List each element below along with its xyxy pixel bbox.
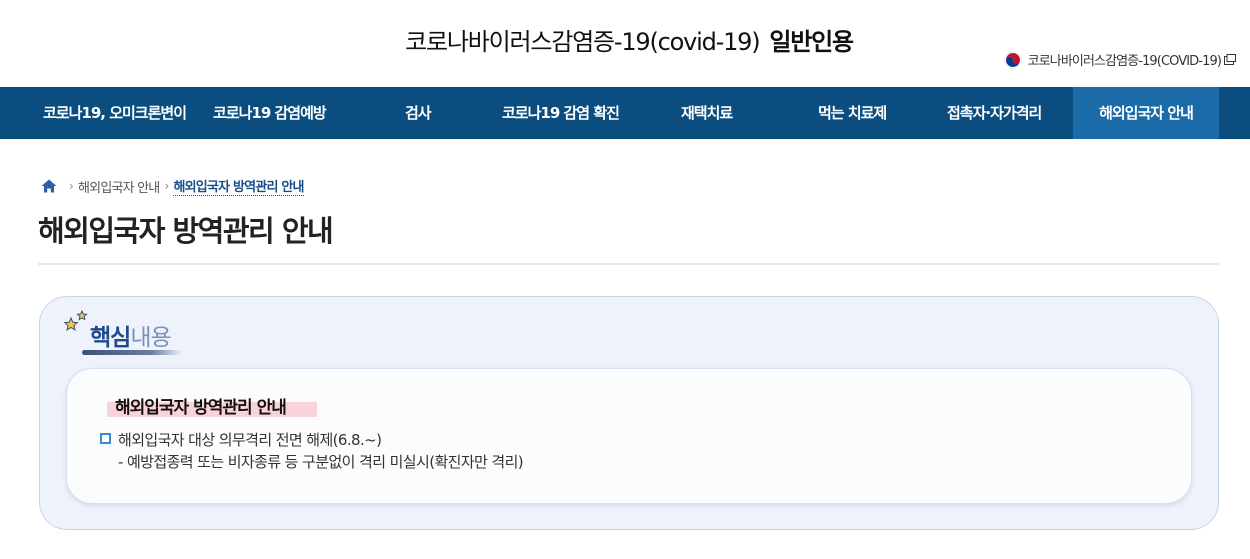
chevron-right-icon: ›	[69, 179, 74, 193]
nav-item-confirmed[interactable]: 코로나19 감염 확진	[502, 87, 620, 139]
stars-icon	[63, 310, 88, 331]
nav-item-oral-medicine[interactable]: 먹는 치료제	[818, 87, 887, 139]
title-divider	[38, 263, 1219, 265]
new-window-icon	[1224, 54, 1236, 65]
home-icon[interactable]	[41, 179, 57, 193]
nav-item-home-treatment[interactable]: 재택치료	[681, 87, 733, 139]
util-link-label: 코로나바이러스감염증-19(COVID-19)	[1027, 54, 1222, 69]
breadcrumb: › 해외입국자 안내 › 해외입국자 방역관리 안내	[41, 176, 304, 196]
nav-item-test[interactable]: 검사	[405, 87, 432, 139]
taegeuk-icon	[1003, 50, 1022, 69]
main-navigation: 코로나19, 오미크론변이 코로나19 감염예방 검사 코로나19 감염 확진 …	[0, 87, 1250, 139]
covid-site-link[interactable]: 코로나바이러스감염증-19(COVID-19)	[1003, 50, 1236, 69]
site-title-main: 코로나바이러스감염증-19(covid-19)	[405, 28, 761, 56]
key-content-title: 해외입국자 방역관리 안내	[115, 398, 287, 418]
heading-underline	[82, 350, 182, 355]
page-title: 해외입국자 방역관리 안내	[38, 214, 334, 248]
square-bullet-icon	[100, 433, 111, 444]
bullet-item: 해외입국자 대상 의무격리 전면 해제(6.8.~)	[118, 431, 382, 449]
key-content-heading: 핵심내용	[90, 325, 172, 351]
nav-item-omicron[interactable]: 코로나19, 오미크론변이	[43, 87, 187, 139]
breadcrumb-current[interactable]: 해외입국자 방역관리 안내	[173, 176, 304, 196]
breadcrumb-level1[interactable]: 해외입국자 안내	[78, 177, 160, 196]
bullet-sub-item: - 예방접종력 또는 비자종류 등 구분없이 격리 미실시(확진자만 격리)	[118, 453, 524, 471]
chevron-right-icon: ›	[164, 179, 169, 193]
nav-item-prevention[interactable]: 코로나19 감염예방	[213, 87, 327, 139]
site-title-sub: 일반인용	[769, 28, 854, 56]
nav-item-overseas-entrants[interactable]: 해외입국자 안내	[1073, 87, 1219, 139]
nav-item-quarantine[interactable]: 접촉자·자가격리	[947, 87, 1042, 139]
